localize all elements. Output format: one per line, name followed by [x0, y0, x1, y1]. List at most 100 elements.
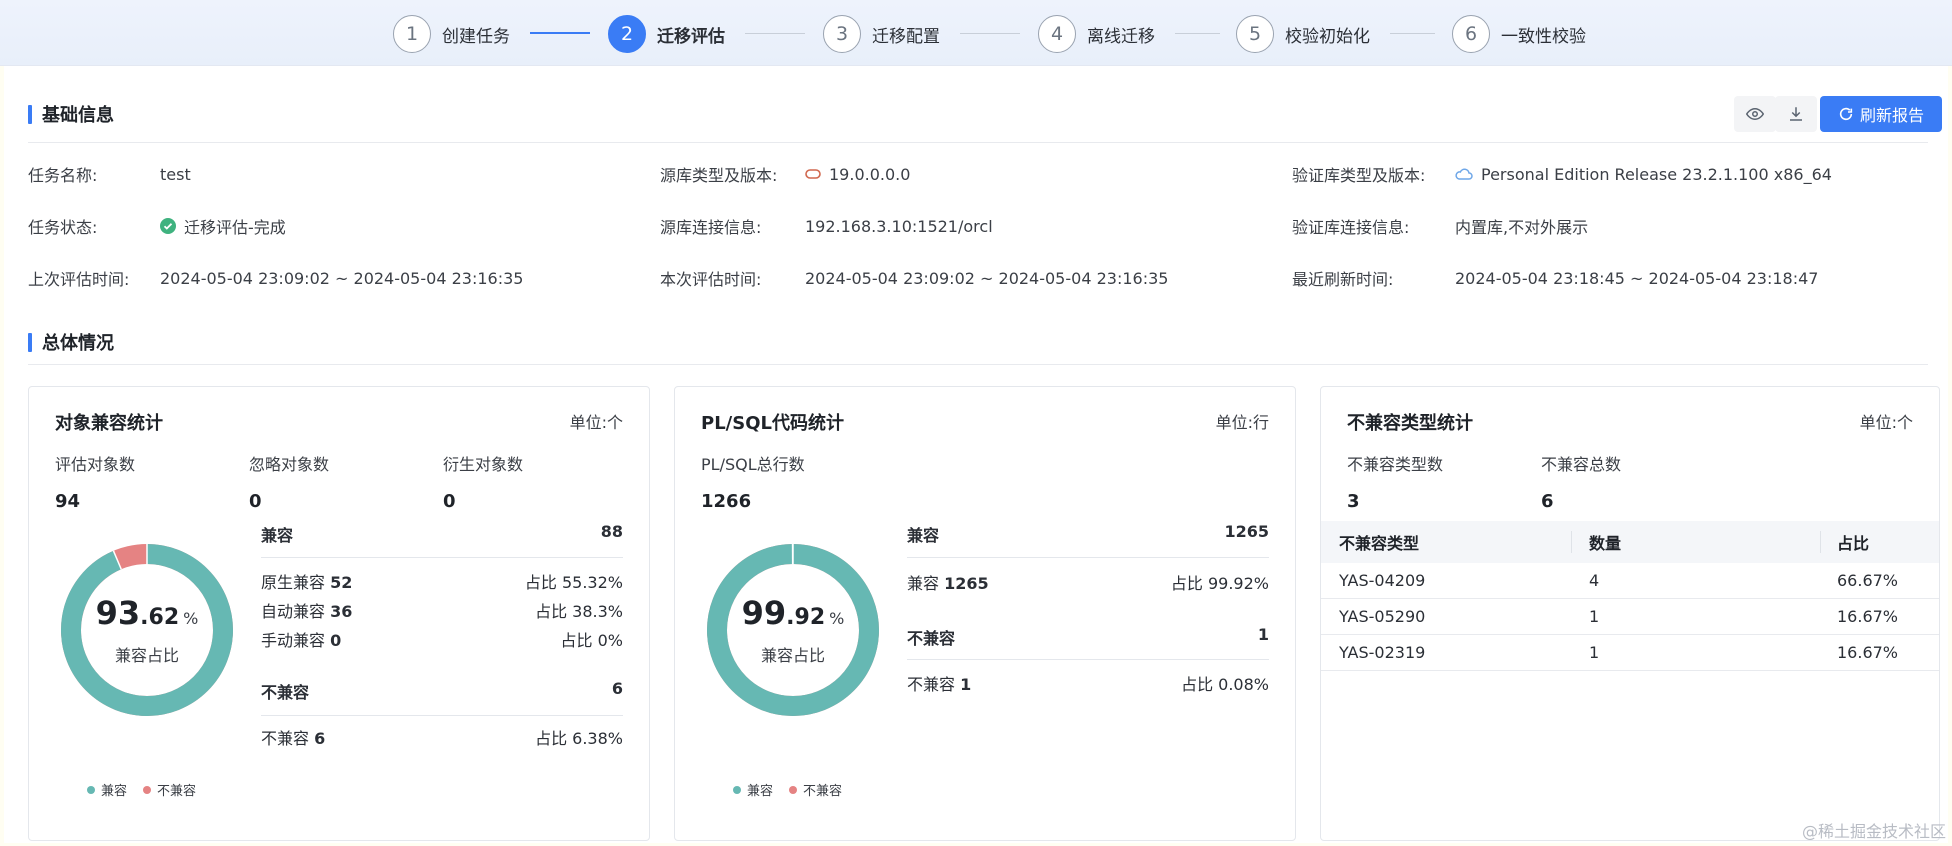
row-ratio: 占比 55.32% — [524, 573, 623, 592]
row-divider — [907, 557, 1269, 558]
refresh-report-button[interactable]: 刷新报告 — [1820, 96, 1942, 132]
stat-label: PL/SQL总行数 — [701, 455, 805, 474]
refresh-icon — [1839, 107, 1853, 121]
cell-type: YAS-02319 — [1339, 643, 1426, 662]
cell-ratio: 66.67% — [1837, 571, 1899, 590]
step-number: 5 — [1236, 15, 1274, 53]
this-eval-row: 本次评估时间: 2024-05-04 23:09:02 ~ 2024-05-04… — [660, 266, 1260, 290]
donut-center: 99 .92 % 兼容占比 — [705, 542, 881, 718]
source-conn-label: 源库连接信息: — [660, 218, 762, 237]
col-header-count[interactable]: 数量 — [1589, 521, 1621, 563]
step-number: 4 — [1038, 15, 1076, 53]
card-unit: 单位:个 — [1859, 413, 1913, 432]
row-name: 不兼容 — [261, 729, 310, 748]
step-connector — [1175, 33, 1220, 34]
row-ratio: 占比 99.92% — [1170, 574, 1269, 593]
task-name-row: 任务名称: test — [28, 162, 628, 186]
download-button[interactable] — [1775, 96, 1817, 132]
stat-label: 不兼容总数 — [1541, 455, 1622, 474]
step-verify-init[interactable]: 5 校验初始化 — [1236, 15, 1370, 53]
step-consistency-check[interactable]: 6 一致性校验 — [1452, 15, 1586, 53]
card-title: PL/SQL代码统计 — [701, 413, 844, 434]
table-row[interactable]: YAS-05290 1 16.67% — [1321, 599, 1939, 635]
step-number: 1 — [393, 15, 431, 53]
step-label: 创建任务 — [442, 26, 510, 47]
stat-incompat-types: 不兼容类型数 3 — [1347, 451, 1443, 512]
row-name: 自动兼容 — [261, 602, 326, 621]
compat-row: 兼容 1265 占比 99.92% — [907, 570, 1269, 594]
source-type-value: 19.0.0.0.0 — [829, 164, 911, 184]
task-status-row: 任务状态: 迁移评估-完成 — [28, 214, 628, 238]
row-count: 36 — [330, 602, 353, 621]
step-create-task[interactable]: 1 创建任务 — [393, 15, 510, 53]
cell-count: 1 — [1589, 643, 1600, 662]
stat-value: 6 — [1541, 491, 1554, 512]
col-header-type[interactable]: 不兼容类型 — [1339, 521, 1419, 563]
row-name: 原生兼容 — [261, 573, 326, 592]
compat-pct-int: 93 — [95, 594, 141, 632]
legend-incompatible[interactable]: 不兼容 — [143, 780, 196, 799]
row-count: 52 — [330, 573, 353, 592]
row-count: 1 — [960, 675, 972, 694]
stat-plsql-lines: PL/SQL总行数 1266 — [701, 451, 805, 512]
refresh-report-label: 刷新报告 — [1859, 106, 1924, 125]
compat-row: 自动兼容 36 占比 38.3% — [261, 598, 623, 622]
report-panel: 基础信息 刷新报告 任务名称: test 源库类型及版本: 19.0.0.0.0… — [4, 66, 1948, 843]
compat-pct-dec: .92 — [786, 605, 826, 630]
step-connector — [1390, 33, 1435, 34]
recent-refresh-row: 最近刷新时间: 2024-05-04 23:18:45 ~ 2024-05-04… — [1292, 266, 1932, 290]
step-migration-config[interactable]: 3 迁移配置 — [823, 15, 940, 53]
cell-count: 1 — [1589, 607, 1600, 626]
step-connector — [530, 32, 590, 34]
incompat-head: 不兼容 6 — [261, 679, 623, 703]
plsql-card: PL/SQL代码统计 单位:行 PL/SQL总行数 1266 99 .92 % … — [674, 386, 1296, 841]
compat-row: 手动兼容 0 占比 0% — [261, 627, 623, 651]
step-number: 3 — [823, 15, 861, 53]
section-divider — [28, 142, 1928, 143]
last-eval-label: 上次评估时间: — [28, 270, 130, 289]
step-offline-migration[interactable]: 4 离线迁移 — [1038, 15, 1155, 53]
step-connector — [745, 33, 805, 34]
verify-conn-label: 验证库连接信息: — [1292, 218, 1410, 237]
step-progress-bar: 1 创建任务 2 迁移评估 3 迁移配置 4 离线迁移 5 校验初始化 6 一致… — [0, 0, 1952, 66]
legend-compatible[interactable]: 兼容 — [733, 780, 773, 799]
row-name: 手动兼容 — [261, 631, 326, 650]
last-eval-row: 上次评估时间: 2024-05-04 23:09:02 ~ 2024-05-04… — [28, 266, 628, 290]
task-status-label: 任务状态: — [28, 218, 98, 237]
chart-legend: 兼容 不兼容 — [733, 780, 842, 799]
preview-button[interactable] — [1734, 96, 1776, 132]
row-name: 不兼容 — [907, 675, 956, 694]
compat-pct-int: 99 — [741, 594, 787, 632]
row-divider — [261, 715, 623, 716]
recent-refresh-value: 2024-05-04 23:18:45 ~ 2024-05-04 23:18:4… — [1455, 268, 1819, 288]
card-title: 对象兼容统计 — [55, 413, 163, 434]
cell-count: 4 — [1589, 571, 1600, 590]
cell-type: YAS-04209 — [1339, 571, 1426, 590]
cell-ratio: 16.67% — [1837, 643, 1899, 662]
step-number: 2 — [608, 15, 646, 53]
legend-incompatible[interactable]: 不兼容 — [789, 780, 842, 799]
legend-compatible[interactable]: 兼容 — [87, 780, 127, 799]
verify-type-label: 验证库类型及版本: — [1292, 166, 1426, 185]
verify-type-row: 验证库类型及版本: Personal Edition Release 23.2.… — [1292, 162, 1932, 186]
compat-head: 兼容 1265 — [907, 522, 1269, 546]
compat-breakdown: 兼容 88 原生兼容 52 占比 55.32% 自动兼容 36 占比 38.3%… — [261, 387, 623, 842]
stat-incompat-total: 不兼容总数 6 — [1541, 451, 1621, 512]
verify-conn-value: 内置库,不对外展示 — [1455, 218, 1589, 237]
table-row[interactable]: YAS-02319 1 16.67% — [1321, 635, 1939, 671]
incompat-head: 不兼容 1 — [907, 625, 1269, 649]
stat-value: 94 — [55, 491, 81, 512]
step-number: 6 — [1452, 15, 1490, 53]
stat-label: 评估对象数 — [55, 455, 136, 474]
row-ratio: 占比 0.08% — [1181, 675, 1269, 694]
compat-head: 兼容 88 — [261, 522, 623, 546]
compat-pct-dec: .62 — [140, 605, 180, 630]
incompat-row: 不兼容 6 占比 6.38% — [261, 725, 623, 749]
section-divider — [28, 364, 1928, 365]
cell-type: YAS-05290 — [1339, 607, 1426, 626]
step-migration-eval[interactable]: 2 迁移评估 — [608, 15, 725, 53]
col-header-ratio[interactable]: 占比 — [1837, 521, 1869, 563]
step-connector — [960, 33, 1020, 34]
card-title: 不兼容类型统计 — [1347, 413, 1473, 434]
table-row[interactable]: YAS-04209 4 66.67% — [1321, 563, 1939, 599]
